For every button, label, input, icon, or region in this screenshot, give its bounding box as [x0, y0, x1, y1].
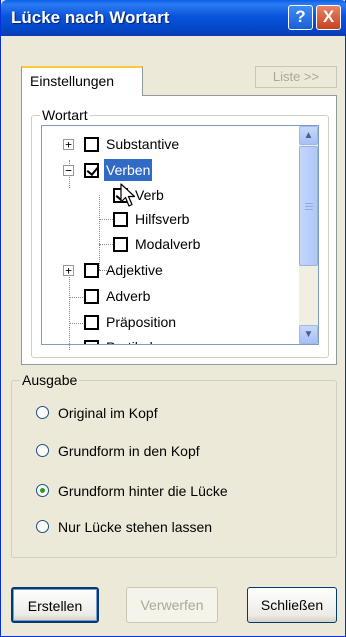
discard-button[interactable]: Verwerfen	[126, 587, 218, 623]
mouse-cursor-icon	[120, 183, 136, 207]
radio-button-selected[interactable]	[36, 484, 49, 497]
checkbox[interactable]	[84, 340, 99, 344]
radio-label: Grundform hinter die Lücke	[58, 483, 228, 499]
tree-item-label: Verben	[104, 159, 153, 181]
tree-scrollbar[interactable]: ▲ ▼	[299, 126, 318, 344]
expand-icon[interactable]: +	[63, 139, 74, 150]
collapse-icon[interactable]: −	[63, 165, 74, 176]
radio-label: Original im Kopf	[58, 405, 158, 421]
title-bar[interactable]: Lücke nach Wortart ? X	[1, 0, 346, 36]
tree-item-partikel[interactable]: Partikel	[84, 336, 294, 344]
scroll-down-icon[interactable]: ▼	[299, 325, 318, 344]
help-button[interactable]: ?	[288, 5, 313, 30]
close-button[interactable]: Schließen	[247, 587, 337, 623]
tree-item-label: Hilfsverb	[135, 211, 190, 227]
tree-item-label: Modalverb	[135, 236, 201, 252]
tree-item-label: Adverb	[106, 288, 151, 304]
ausgabe-group-label: Ausgabe	[20, 372, 80, 388]
wortart-group-label: Wortart	[40, 107, 90, 123]
checkbox-checked[interactable]	[84, 163, 99, 178]
tree-line	[99, 195, 100, 270]
checkbox[interactable]	[113, 212, 128, 227]
dialog-window: Lücke nach Wortart ? X Einstellungen Lis…	[0, 0, 346, 637]
radio-label: Grundform in den Kopf	[58, 443, 200, 459]
radio-label: Nur Lücke stehen lassen	[58, 519, 213, 535]
tree-line	[69, 270, 70, 350]
checkbox[interactable]	[84, 137, 99, 152]
checkbox[interactable]	[113, 237, 128, 252]
tree-item-label: Adjektive	[106, 262, 163, 278]
radio-button[interactable]	[36, 520, 49, 533]
tree-line	[69, 323, 83, 324]
tab-liste[interactable]: Liste >>	[255, 66, 337, 88]
tab-einstellungen[interactable]: Einstellungen	[21, 66, 143, 96]
window-title: Lücke nach Wortart	[11, 8, 170, 27]
tree-item-label: Partikel	[106, 336, 153, 344]
close-window-button[interactable]: X	[316, 5, 341, 30]
scroll-thumb[interactable]	[299, 146, 318, 266]
radio-button[interactable]	[36, 406, 49, 419]
tree-item-label: Substantive	[106, 136, 180, 152]
tree-line	[69, 297, 83, 298]
ausgabe-group: Ausgabe Original im Kopf Grundform in de…	[11, 372, 337, 558]
radio-button[interactable]	[36, 444, 49, 457]
create-button[interactable]: Erstellen	[11, 587, 99, 623]
tab-einstellungen-label: Einstellungen	[30, 73, 115, 89]
expand-icon[interactable]: +	[63, 265, 74, 276]
checkbox[interactable]	[84, 263, 99, 278]
scroll-up-icon[interactable]: ▲	[299, 126, 318, 145]
tree-line	[99, 219, 113, 220]
checkbox[interactable]	[84, 315, 99, 330]
checkbox[interactable]	[84, 289, 99, 304]
tree-item-label: Präposition	[106, 314, 177, 330]
tree-line	[99, 244, 113, 245]
